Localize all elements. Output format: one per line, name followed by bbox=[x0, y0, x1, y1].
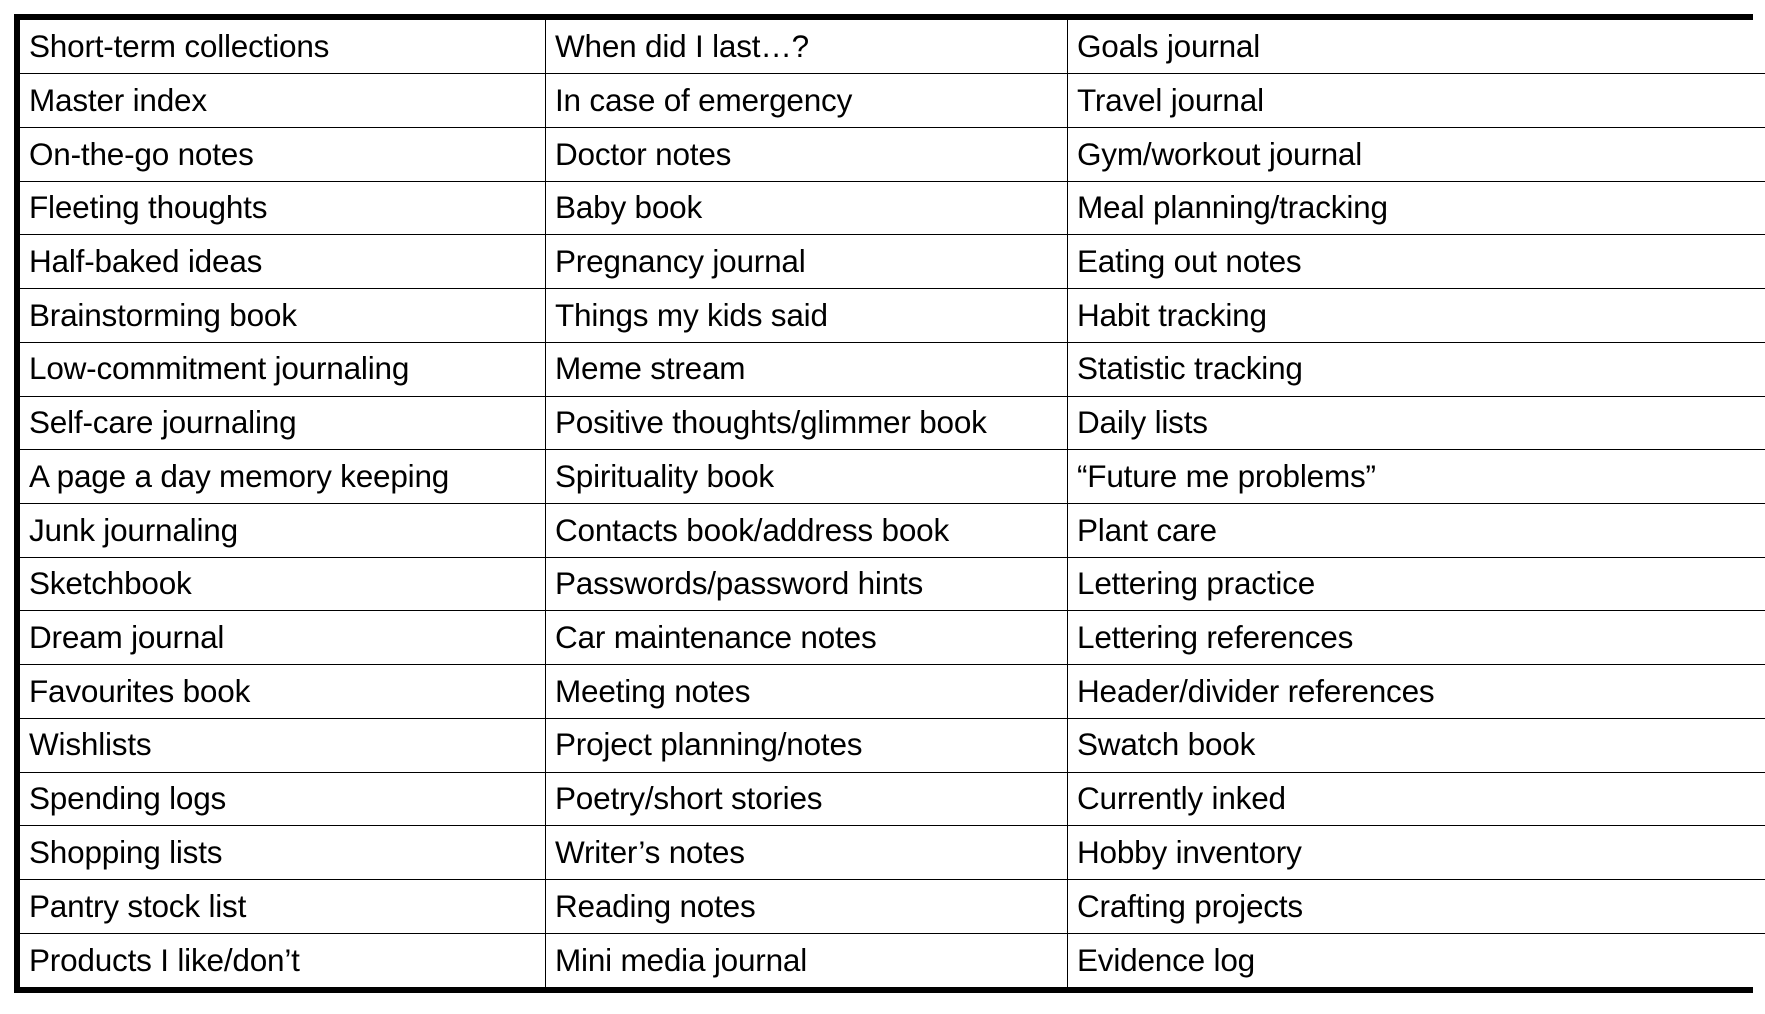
table-cell: On-the-go notes bbox=[20, 126, 546, 182]
table-cell: In case of emergency bbox=[545, 73, 1068, 128]
table-row: On-the-go notes Doctor notes Gym/workout j… bbox=[20, 126, 1765, 182]
table-cell: Half-baked ideas bbox=[20, 234, 546, 290]
table-cell: Shopping lists bbox=[20, 825, 546, 880]
table-cell: Writer’s notes bbox=[545, 825, 1068, 880]
table-cell: Sketchbook bbox=[20, 556, 546, 612]
table-cell: Brainstorming book bbox=[20, 288, 546, 343]
table-cell: Hobby inventory bbox=[1067, 825, 1765, 880]
table-row: Favourites book Meeting notes Header/divid… bbox=[20, 664, 1765, 719]
table-cell: Spending logs bbox=[20, 771, 546, 827]
table-cell: Daily lists bbox=[1067, 395, 1765, 451]
page-root: Short-term collections When did I last…? G… bbox=[0, 0, 1765, 1014]
table-cell: Short-term collections bbox=[20, 20, 546, 75]
table-cell: Mini media journal bbox=[545, 932, 1068, 987]
table-cell: Evidence log bbox=[1067, 932, 1765, 987]
table-row: Short-term collections When did I last…? G… bbox=[20, 20, 1765, 75]
table-cell: Products I like/don’t bbox=[20, 932, 546, 987]
table-body: Short-term collections When did I last…? G… bbox=[20, 20, 1765, 987]
table-cell: Things my kids said bbox=[545, 288, 1068, 343]
table-cell: Eating out notes bbox=[1067, 234, 1765, 290]
table-row: Junk journaling Contacts book/address boo… bbox=[20, 502, 1765, 558]
table-cell: Favourites book bbox=[20, 664, 546, 719]
table-cell: Crafting projects bbox=[1067, 879, 1765, 934]
table-row: Dream journal Car maintenance notes Letter… bbox=[20, 610, 1765, 666]
table-cell: Baby book bbox=[545, 180, 1068, 236]
table-cell: Pregnancy journal bbox=[545, 234, 1068, 290]
table-cell: Dream journal bbox=[20, 610, 546, 666]
table-cell: Project planning/notes bbox=[545, 717, 1068, 773]
table-cell: Gym/workout journal bbox=[1067, 126, 1765, 182]
table-cell: Positive thoughts/glimmer book bbox=[545, 395, 1068, 451]
table-cell: Meal planning/tracking bbox=[1067, 180, 1765, 236]
table-cell: Junk journaling bbox=[20, 502, 546, 558]
table-cell: Low-commitment journaling bbox=[20, 341, 546, 397]
table-cell: “Future me problems” bbox=[1067, 449, 1765, 504]
table-cell: Lettering practice bbox=[1067, 556, 1765, 612]
table-cell: Master index bbox=[20, 73, 546, 128]
table-row: Pantry stock list Reading notes Crafting p… bbox=[20, 879, 1765, 934]
table-cell: Pantry stock list bbox=[20, 879, 546, 934]
table-row: Spending logs Poetry/short stories Current… bbox=[20, 771, 1765, 827]
table-row: Products I like/don’t Mini media journal E… bbox=[20, 932, 1765, 987]
table-row: A page a day memory keeping Spirituality … bbox=[20, 449, 1765, 504]
table-cell: Meme stream bbox=[545, 341, 1068, 397]
table-row: Low-commitment journaling Meme stream Stat… bbox=[20, 341, 1765, 397]
table-cell: Habit tracking bbox=[1067, 288, 1765, 343]
table-cell: Wishlists bbox=[20, 717, 546, 773]
table-cell: Reading notes bbox=[545, 879, 1068, 934]
table-row: Master index In case of emergency Travel j… bbox=[20, 73, 1765, 128]
table-cell: Travel journal bbox=[1067, 73, 1765, 128]
table-cell: Passwords/password hints bbox=[545, 556, 1068, 612]
table-cell: Goals journal bbox=[1067, 20, 1765, 75]
table-cell: Meeting notes bbox=[545, 664, 1068, 719]
table-cell: Doctor notes bbox=[545, 126, 1068, 182]
table-row: Brainstorming book Things my kids said Hab… bbox=[20, 288, 1765, 343]
table-cell: Poetry/short stories bbox=[545, 771, 1068, 827]
table-cell: Swatch book bbox=[1067, 717, 1765, 773]
table-cell: Contacts book/address book bbox=[545, 502, 1068, 558]
table-row: Shopping lists Writer’s notes Hobby invent… bbox=[20, 825, 1765, 880]
table-row: Fleeting thoughts Baby book Meal planning/… bbox=[20, 180, 1765, 236]
table-cell: Plant care bbox=[1067, 502, 1765, 558]
ideas-table: Short-term collections When did I last…? G… bbox=[20, 20, 1765, 987]
table-row: Self-care journaling Positive thoughts/gl… bbox=[20, 395, 1765, 451]
table-cell: Statistic tracking bbox=[1067, 341, 1765, 397]
table-cell: A page a day memory keeping bbox=[20, 449, 546, 504]
table-cell: Fleeting thoughts bbox=[20, 180, 546, 236]
table-row: Wishlists Project planning/notes Swatch bo… bbox=[20, 717, 1765, 773]
table-cell: Self-care journaling bbox=[20, 395, 546, 451]
ideas-table-container: Short-term collections When did I last…? G… bbox=[14, 14, 1765, 993]
table-cell: Spirituality book bbox=[545, 449, 1068, 504]
table-cell: When did I last…? bbox=[545, 20, 1068, 75]
table-cell: Currently inked bbox=[1067, 771, 1765, 827]
table-row: Sketchbook Passwords/password hints Letter… bbox=[20, 556, 1765, 612]
table-cell: Lettering references bbox=[1067, 610, 1765, 666]
table-cell: Header/divider references bbox=[1067, 664, 1765, 719]
table-cell: Car maintenance notes bbox=[545, 610, 1068, 666]
table-row: Half-baked ideas Pregnancy journal Eating … bbox=[20, 234, 1765, 290]
